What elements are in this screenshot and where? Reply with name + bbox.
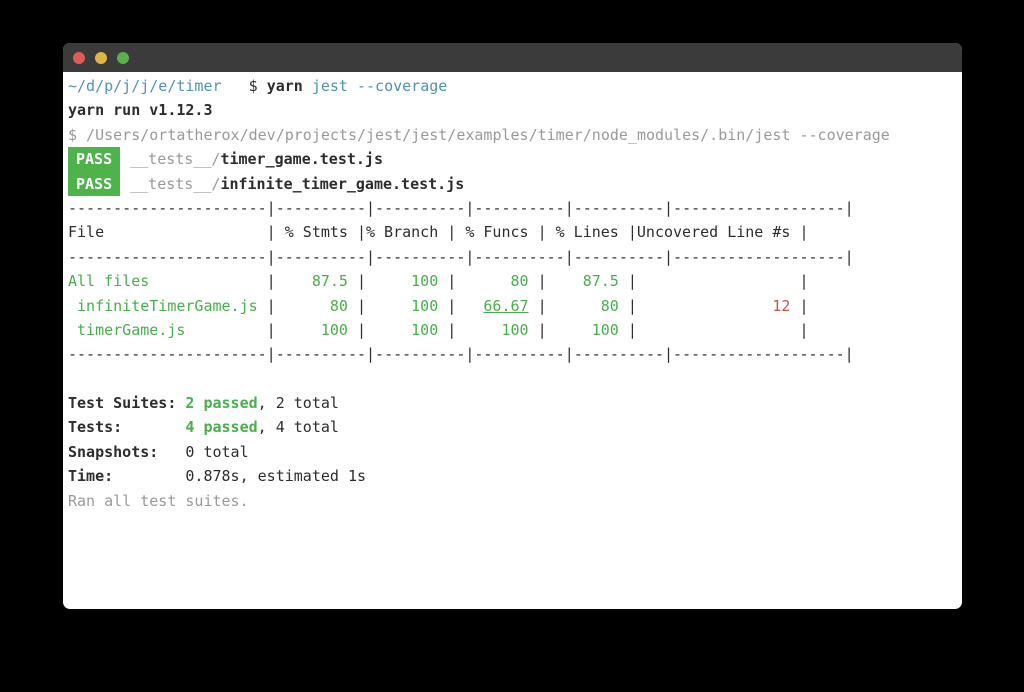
cell-file: timerGame.js <box>68 320 186 339</box>
summary-total: 0.878s, estimated 1s <box>185 467 367 486</box>
yarn-version-line: yarn run v1.12.3 <box>68 101 213 120</box>
header-file: File <box>68 223 105 242</box>
cell-stmts: 87.5 <box>311 272 348 291</box>
test-result-row: PASS __tests__/infinite_timer_game.test.j… <box>68 171 962 196</box>
summary-time: Time: 0.878s, estimated 1s <box>68 464 962 488</box>
column-separator: | <box>447 272 457 291</box>
summary-passed-count: 4 passed <box>185 418 258 437</box>
column-separator: | <box>447 320 457 339</box>
pass-badge: PASS <box>68 171 121 196</box>
header-branch: % Branch <box>366 223 439 242</box>
test-file-dir: __tests__/ <box>130 150 221 169</box>
column-separator: | <box>627 320 637 339</box>
command-args: jest --coverage <box>311 77 448 95</box>
column-separator: | <box>266 296 276 315</box>
column-separator: | <box>356 272 366 291</box>
command-echo-line: $ /Users/ortatherox/dev/projects/jest/je… <box>68 125 890 144</box>
column-separator: | <box>627 296 637 315</box>
column-separator: | <box>447 223 457 242</box>
column-separator: | <box>537 272 547 291</box>
prompt-line: ~/d/p/j/j/e/timer $ yarn jest --coverage <box>68 74 962 98</box>
summary-label: Time: <box>68 467 114 486</box>
summary-total: 0 total <box>185 442 249 461</box>
cell-branch: 100 <box>411 296 439 315</box>
terminal-output[interactable]: ~/d/p/j/j/e/timer $ yarn jest --coverage… <box>63 72 962 513</box>
cell-lines: 87.5 <box>582 272 619 291</box>
zoom-button[interactable] <box>117 51 129 64</box>
test-file-name: timer_game.test.js <box>220 150 383 169</box>
coverage-table-divider: ----------------------|----------|------… <box>68 247 854 266</box>
test-file-name: infinite_timer_game.test.js <box>220 174 465 193</box>
column-separator: | <box>627 223 637 242</box>
close-button[interactable] <box>73 51 85 64</box>
column-separator: | <box>266 272 276 291</box>
coverage-row-all-files: All files | 87.5 | 100 | 80 | 87.5 | | <box>68 269 962 293</box>
terminal-window: ~/d/p/j/j/e/timer $ yarn jest --coverage… <box>63 43 962 609</box>
summary-total: , 2 total <box>257 394 339 413</box>
summary-snapshots: Snapshots: 0 total <box>68 440 962 464</box>
cell-lines: 80 <box>600 296 619 315</box>
column-separator: | <box>799 223 809 242</box>
summary-label: Test Suites: <box>68 394 177 413</box>
column-separator: | <box>799 320 809 339</box>
cell-file: All files <box>68 272 150 291</box>
test-file-dir: __tests__/ <box>130 174 221 193</box>
summary-tests: Tests: 4 passed, 4 total <box>68 415 962 439</box>
column-separator: | <box>266 223 276 242</box>
column-separator: | <box>356 296 366 315</box>
cell-file: infiniteTimerGame.js <box>68 296 258 315</box>
minimize-button[interactable] <box>95 51 107 64</box>
summary-footer: Ran all test suites. <box>68 491 249 510</box>
cell-stmts: 100 <box>320 320 348 339</box>
column-separator: | <box>266 320 276 339</box>
summary-total: , 4 total <box>257 418 339 437</box>
column-separator: | <box>356 320 366 339</box>
column-separator: | <box>537 223 547 242</box>
column-separator: | <box>537 296 547 315</box>
coverage-row-timer-game: timerGame.js | 100 | 100 | 100 | 100 | | <box>68 318 962 342</box>
cell-funcs: 80 <box>510 272 529 291</box>
column-separator: | <box>537 320 547 339</box>
header-uncovered: Uncovered Line #s <box>636 223 791 242</box>
summary-label: Tests: <box>68 418 123 437</box>
cell-funcs: 66.67 <box>483 296 529 315</box>
coverage-table-header: File |% Stmts |% Branch |% Funcs |% Lines |Un… <box>68 220 962 244</box>
prompt-separator: $ <box>221 77 267 95</box>
header-funcs: % Funcs <box>465 223 529 242</box>
coverage-row-infinite-timer-game: infiniteTimerGame.js | 80 | 100 | 66.67 | 80 | 12 | <box>68 294 962 318</box>
column-separator: | <box>356 223 366 242</box>
header-stmts: % Stmts <box>284 223 348 242</box>
window-titlebar[interactable] <box>63 43 962 72</box>
cell-funcs: 100 <box>501 320 529 339</box>
coverage-table-divider: ----------------------|----------|------… <box>68 198 854 217</box>
pass-badge: PASS <box>68 147 121 172</box>
header-lines: % Lines <box>555 223 619 242</box>
coverage-table-divider: ----------------------|----------|------… <box>68 345 854 364</box>
cell-uncovered: 12 <box>772 296 791 315</box>
summary-label: Snapshots: <box>68 442 159 461</box>
cell-branch: 100 <box>411 272 439 291</box>
cell-lines: 100 <box>591 320 619 339</box>
prompt-path: ~/d/p/j/j/e/timer <box>68 77 222 95</box>
column-separator: | <box>799 272 809 291</box>
column-separator: | <box>627 272 637 291</box>
command-yarn: yarn <box>266 77 312 95</box>
summary-passed-count: 2 passed <box>185 394 258 413</box>
cell-branch: 100 <box>411 320 439 339</box>
test-result-row: PASS __tests__/timer_game.test.js <box>68 147 962 172</box>
cell-stmts: 80 <box>329 296 348 315</box>
column-separator: | <box>799 296 809 315</box>
summary-test-suites: Test Suites: 2 passed, 2 total <box>68 391 962 415</box>
column-separator: | <box>447 296 457 315</box>
